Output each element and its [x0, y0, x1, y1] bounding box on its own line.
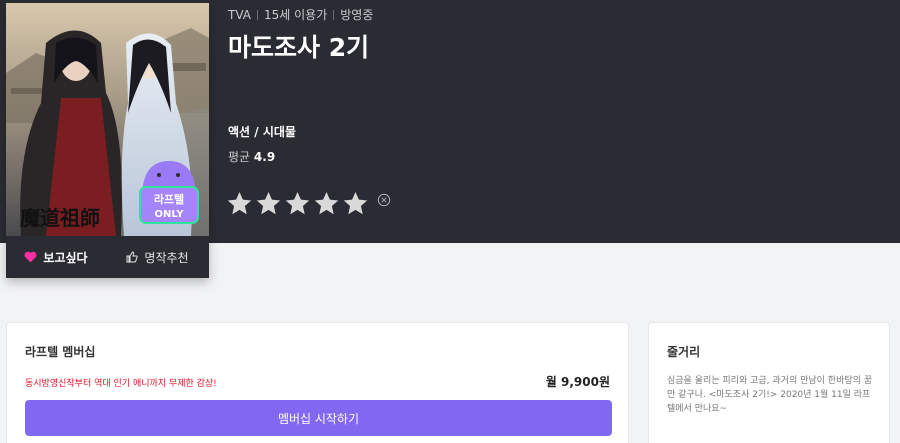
poster-image: 魔道祖師 라프텔 ONLY	[6, 3, 209, 236]
average-rating: 평균 4.9	[228, 148, 275, 165]
synopsis-text: 심금을 울리는 피리와 고금, 과거의 만남이 한바탕의 꿈만 같구나. <마도…	[667, 376, 873, 414]
svg-text:ONLY: ONLY	[155, 209, 185, 220]
rating-value: 4.9	[253, 150, 276, 164]
meta-type: TVA	[228, 7, 251, 22]
genre-label: 액션 / 시대물	[228, 125, 296, 139]
heart-icon	[24, 251, 37, 263]
meta-divider	[333, 9, 335, 20]
svg-text:라프텔: 라프텔	[154, 192, 184, 206]
membership-promo: 동시방영신작부터 역대 인기 애니까지 무제한 감상!	[25, 379, 217, 389]
want-to-watch-label: 보고싶다	[43, 250, 88, 265]
meta-divider	[256, 9, 258, 20]
synopsis-title: 줄거리	[667, 345, 701, 359]
poster-card: 魔道祖師 라프텔 ONLY 보고싶다 명작추천	[6, 3, 209, 278]
recommend-button[interactable]: 명작추천	[106, 236, 209, 278]
star-icon[interactable]	[226, 190, 253, 217]
rating-label: 평균	[228, 150, 251, 164]
star-rating-input	[226, 190, 391, 217]
membership-card: 라프텔 멤버십 동시방영신작부터 역대 인기 애니까지 무제한 감상! 월 9,…	[6, 322, 629, 443]
meta-age-rating: 15세 이용가	[263, 8, 328, 22]
start-membership-button[interactable]: 멤버십 시작하기	[25, 400, 612, 436]
recommend-label: 명작추천	[144, 250, 189, 265]
star-icon[interactable]	[284, 190, 311, 217]
want-to-watch-button[interactable]: 보고싶다	[6, 236, 106, 278]
membership-price: 월 9,900원	[545, 375, 610, 389]
star-icon[interactable]	[342, 190, 369, 217]
poster-actions: 보고싶다 명작추천	[6, 236, 209, 278]
page-title: 마도조사 2기	[228, 33, 370, 62]
star-icon[interactable]	[313, 190, 340, 217]
meta-status: 방영중	[340, 8, 374, 22]
star-icon[interactable]	[255, 190, 282, 217]
membership-title: 라프텔 멤버십	[25, 345, 96, 359]
synopsis-card: 줄거리 심금을 울리는 피리와 고금, 과거의 만남이 한바탕의 꿈만 같구나.…	[648, 322, 890, 443]
thumbs-up-icon	[126, 251, 139, 263]
poster-calligraphy: 魔道祖師	[20, 206, 100, 230]
clear-rating-icon[interactable]	[377, 193, 391, 207]
meta-info: TVA 15세 이용가 방영중	[228, 6, 373, 23]
